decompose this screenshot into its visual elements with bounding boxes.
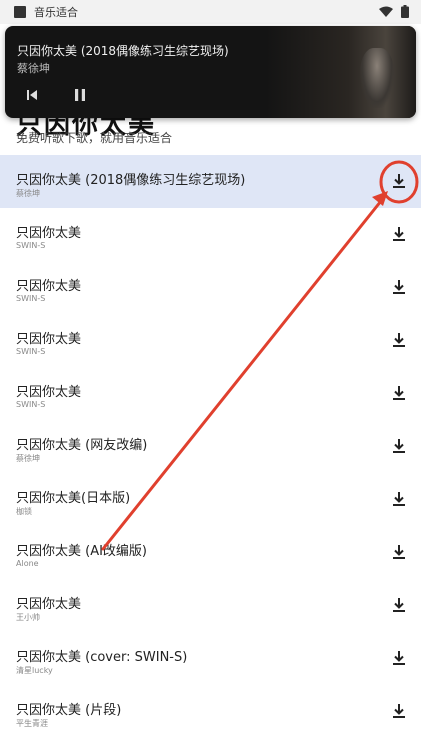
media-notification[interactable]: 只因你太美 (2018偶像练习生综艺现场) 蔡徐坤 [5, 26, 416, 118]
song-row[interactable]: 只因你太美 (AI改编版) Alone [0, 526, 421, 579]
song-title: 只因你太美 (2018偶像练习生综艺现场) [16, 173, 246, 188]
song-artist: 王小帅 [16, 613, 40, 622]
song-artist: SWIN-S [16, 241, 46, 250]
download-button[interactable] [387, 699, 411, 723]
song-artist: 蔡徐坤 [16, 454, 40, 463]
media-controls [19, 82, 93, 108]
song-title: 只因你太美 [16, 385, 82, 400]
song-title: 只因你太美 (cover: SWIN-S) [16, 650, 188, 665]
download-icon [393, 492, 405, 506]
download-button[interactable] [387, 487, 411, 511]
song-title: 只因你太美 (网友改编) [16, 438, 148, 453]
battery-icon [401, 5, 409, 18]
song-artist: 清星lucky [16, 666, 53, 675]
song-row[interactable]: 只因你太美 (2018偶像练习生综艺现场) 蔡徐坤 [0, 155, 421, 208]
download-icon [393, 651, 405, 665]
song-row[interactable]: 只因你太美 (片段) 平生青涯 [0, 685, 421, 738]
song-row[interactable]: 只因你太美(日本版) 枷锁 [0, 473, 421, 526]
download-icon [393, 174, 405, 188]
download-icon [393, 227, 405, 241]
song-artist: 蔡徐坤 [16, 189, 40, 198]
download-icon [393, 439, 405, 453]
song-title: 只因你太美 [16, 226, 82, 241]
download-button[interactable] [387, 646, 411, 670]
song-row[interactable]: 只因你太美 SWIN-S [0, 367, 421, 420]
song-title: 只因你太美 (片段) [16, 703, 122, 718]
app-icon [14, 6, 26, 18]
download-icon [393, 280, 405, 294]
song-row[interactable]: 只因你太美 (网友改编) 蔡徐坤 [0, 420, 421, 473]
download-button[interactable] [387, 593, 411, 617]
song-artist: Alone [16, 559, 39, 568]
download-icon [393, 598, 405, 612]
download-icon [393, 704, 405, 718]
download-button[interactable] [387, 381, 411, 405]
download-icon [393, 333, 405, 347]
song-title: 只因你太美(日本版) [16, 491, 131, 506]
pause-button[interactable] [67, 82, 93, 108]
media-artist: 蔡徐坤 [17, 62, 50, 75]
song-title: 只因你太美 [16, 279, 82, 294]
song-row[interactable]: 只因你太美 SWIN-S [0, 261, 421, 314]
song-artist: SWIN-S [16, 400, 46, 409]
download-button[interactable] [387, 540, 411, 564]
song-title: 只因你太美 [16, 597, 82, 612]
song-artist: 平生青涯 [16, 719, 48, 728]
album-art [266, 26, 416, 118]
song-artist: 枷锁 [16, 507, 32, 516]
pause-icon [75, 89, 85, 101]
download-button[interactable] [387, 328, 411, 352]
download-icon [393, 545, 405, 559]
status-app-title: 音乐适合 [34, 6, 78, 19]
song-artist: SWIN-S [16, 294, 46, 303]
media-title: 只因你太美 (2018偶像练习生综艺现场) [17, 44, 229, 58]
song-row[interactable]: 只因你太美 SWIN-S [0, 208, 421, 261]
download-button[interactable] [387, 434, 411, 458]
song-row[interactable]: 只因你太美 (cover: SWIN-S) 清星lucky [0, 632, 421, 685]
song-row[interactable]: 只因你太美 王小帅 [0, 579, 421, 632]
song-artist: SWIN-S [16, 347, 46, 356]
download-button[interactable] [387, 169, 411, 193]
song-row[interactable]: 只因你太美 SWIN-S [0, 314, 421, 367]
previous-icon [27, 90, 37, 100]
song-list: 只因你太美 (2018偶像练习生综艺现场) 蔡徐坤 只因你太美 SWIN-S 只因你太美… [0, 155, 421, 738]
song-title: 只因你太美 [16, 332, 82, 347]
download-button[interactable] [387, 222, 411, 246]
wifi-icon [379, 6, 393, 17]
download-button[interactable] [387, 275, 411, 299]
status-bar: 音乐适合 [0, 0, 421, 24]
download-icon [393, 386, 405, 400]
system-icons [379, 5, 409, 18]
song-title: 只因你太美 (AI改编版) [16, 544, 148, 559]
previous-button[interactable] [19, 82, 45, 108]
page-subtitle: 免费听歌下歌，就用音乐适合 [16, 131, 173, 145]
